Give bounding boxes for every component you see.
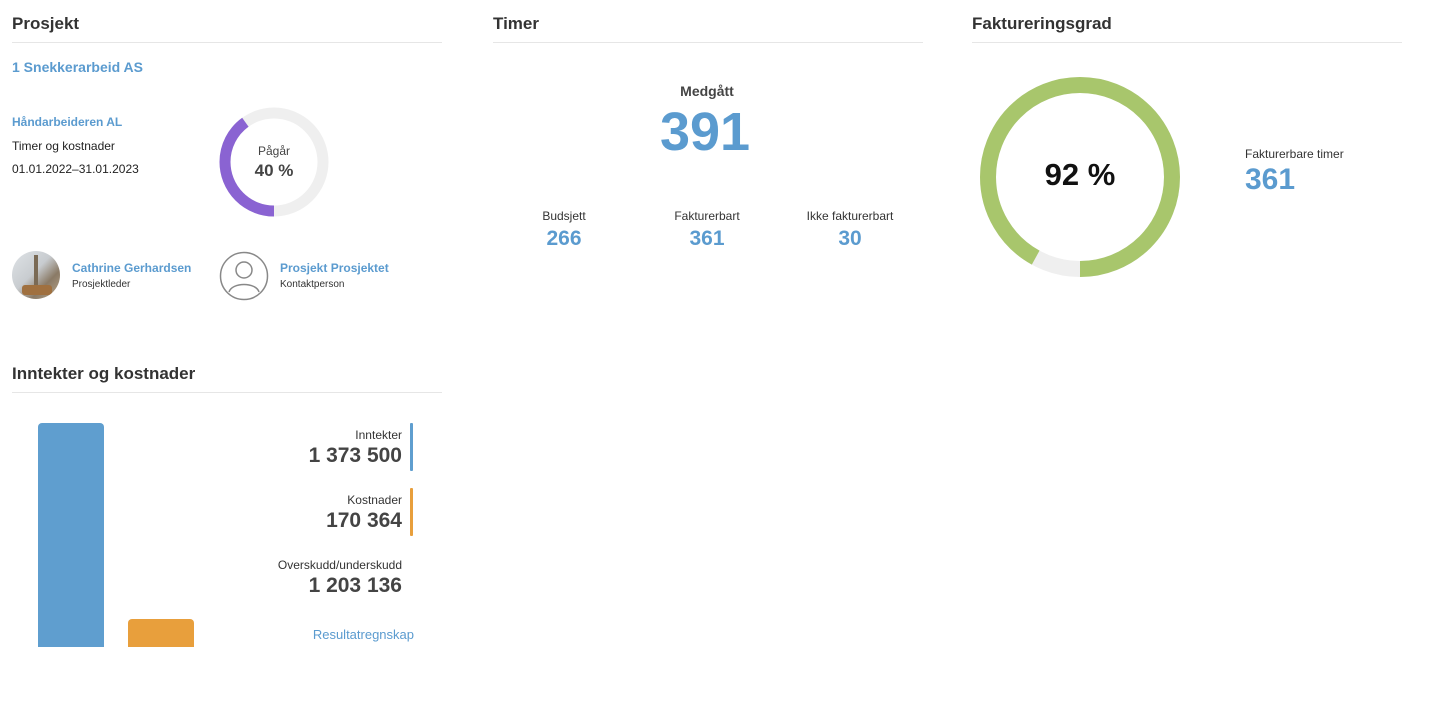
- cost-label: Kostnader: [347, 493, 402, 507]
- customer-link[interactable]: Håndarbeideren AL: [12, 115, 122, 129]
- billable-label: Fakturerbart: [674, 209, 740, 223]
- progress-value: 40 %: [254, 161, 294, 180]
- income-cost-chart: [20, 412, 220, 647]
- non-billable-label: Ikke fakturerbart: [806, 209, 894, 223]
- budget-label: Budsjett: [542, 209, 586, 223]
- used-hours-value: 391: [659, 102, 751, 162]
- cost-legend-bar: [410, 488, 413, 536]
- billable-hours-label: Fakturerbare timer: [1245, 147, 1344, 161]
- progress-status: Pågår: [257, 144, 291, 158]
- non-billable-value: 30: [838, 227, 862, 250]
- prosjekt-title: Prosjekt: [12, 14, 442, 43]
- billable-hours-value: 361: [1245, 163, 1296, 196]
- resultatregnskap-link[interactable]: Resultatregnskap: [230, 627, 414, 642]
- income-value: 1 373 500: [308, 444, 402, 467]
- project-manager-role: Prosjektleder: [72, 279, 131, 290]
- cost-value: 170 364: [326, 509, 402, 532]
- bar-inntekter: [38, 423, 104, 647]
- avatar: [12, 251, 60, 299]
- faktureringsgrad-title: Faktureringsgrad: [972, 14, 1402, 43]
- billing-rate-value: 92 %: [1044, 157, 1116, 192]
- billable-value: 361: [689, 227, 725, 250]
- result-label: Overskudd/underskudd: [277, 558, 402, 572]
- inntekter-title: Inntekter og kostnader: [12, 364, 442, 393]
- project-type: Timer og kostnader: [12, 139, 115, 153]
- contact-person-role: Kontaktperson: [280, 279, 345, 290]
- project-manager-name[interactable]: Cathrine Gerhardsen: [72, 261, 191, 275]
- project-name-link[interactable]: 1 Snekkerarbeid AS: [12, 59, 143, 75]
- result-value: 1 203 136: [308, 574, 402, 597]
- bar-kostnader: [128, 619, 194, 647]
- contact-person-name[interactable]: Prosjekt Prosjektet: [280, 261, 389, 275]
- budget-value: 266: [546, 227, 582, 250]
- timer-title: Timer: [493, 14, 923, 43]
- used-hours-label: Medgått: [680, 83, 734, 99]
- progress-ring: Pågår 40 %: [218, 106, 330, 218]
- billing-rate-ring: 92 %: [978, 75, 1182, 279]
- income-label: Inntekter: [355, 428, 402, 442]
- user-icon: [219, 251, 269, 301]
- project-period: 01.01.2022–31.01.2023: [12, 162, 139, 176]
- income-legend-bar: [410, 423, 413, 471]
